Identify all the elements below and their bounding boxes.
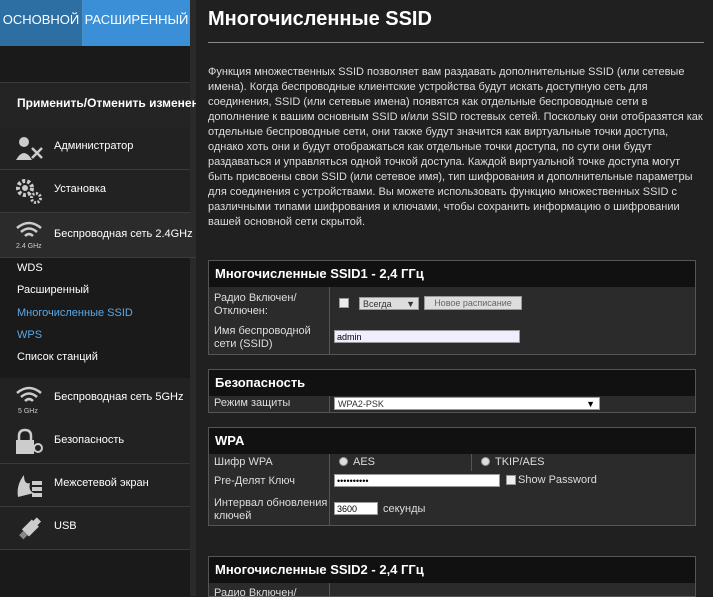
lock-icon: [16, 428, 43, 454]
section-ssid1-header: Многочисленные SSID1 - 2,4 ГГц: [208, 260, 696, 288]
usb-icon: [19, 517, 42, 540]
wifi-icon: 5 GHz: [16, 386, 42, 415]
sidebar-item-security[interactable]: Безопасность: [0, 421, 190, 464]
security-mode-label: Режим защиты: [214, 397, 291, 409]
sidebar-item-label: USB: [54, 520, 77, 532]
apply-label: Применить/Отменить изменения: [17, 96, 214, 110]
cell-divider: [471, 454, 472, 471]
apply-cancel-button[interactable]: Применить/Отменить изменения: [0, 82, 213, 128]
sidebar-item-label: Беспроводная сеть 2.4GHz: [54, 228, 193, 240]
key-label: Pre-Делят Ключ: [214, 475, 296, 487]
sidebar-item-label: Беспроводная сеть 5GHz: [54, 391, 184, 403]
wifi-icon: 2.4 GHz: [16, 221, 42, 250]
schedule-select[interactable]: Всегда ▼: [359, 297, 419, 310]
sidebar-item-admin[interactable]: Администратор: [0, 127, 190, 170]
row-wpa-key: Pre-Делят Ключ •••••••••• Show Password: [208, 471, 696, 494]
title-divider: [208, 42, 704, 43]
wifi-badge: 2.4 GHz: [16, 243, 42, 250]
wifi-badge: 5 GHz: [18, 408, 38, 415]
ssid-label: Имя беспроводной сети (SSID): [214, 325, 311, 350]
sidebar-item-usb[interactable]: USB: [0, 507, 190, 550]
show-password-checkbox[interactable]: [506, 475, 516, 485]
sidebar-item-setup[interactable]: Установка: [0, 170, 190, 213]
tab-advanced[interactable]: РАСШИРЕННЫЙ: [83, 0, 190, 46]
schedule-value: Всегда: [363, 299, 392, 309]
chevron-down-icon: ▼: [406, 299, 415, 309]
sidebar-item-wireless-5[interactable]: 5 GHz Беспроводная сеть 5GHz: [0, 378, 190, 423]
tab-basic[interactable]: ОСНОВНОЙ: [0, 0, 83, 46]
sidebar-item-label: Администратор: [54, 140, 134, 152]
sidebar-item-label: Межсетевой экран: [54, 477, 149, 489]
firewall-icon: [17, 475, 42, 497]
submenu-item-multi-ssid[interactable]: Многочисленные SSID: [17, 307, 133, 319]
sidebar-item-firewall[interactable]: Межсетевой экран: [0, 464, 190, 507]
security-mode-value: WPA2-PSK: [338, 399, 384, 409]
new-schedule-button[interactable]: Новое расписание: [424, 296, 522, 310]
aes-radio[interactable]: [339, 457, 348, 466]
section-title: Многочисленные SSID1 - 2,4 ГГц: [215, 266, 424, 281]
row-wpa-cipher: Шифр WPA AES TKIP/AES: [208, 454, 696, 472]
cipher-label: Шифр WPA: [214, 456, 273, 468]
psk-input[interactable]: ••••••••••: [334, 474, 500, 487]
interval-label: Интервал обновления ключей: [214, 497, 328, 522]
tkip-radio[interactable]: [481, 457, 490, 466]
section-title: Многочисленные SSID2 - 2,4 ГГц: [215, 562, 424, 577]
radio-enable-checkbox[interactable]: [339, 298, 349, 308]
page-description: Функция множественных SSID позволяет вам…: [208, 66, 703, 228]
show-password-label: Show Password: [518, 474, 597, 486]
aes-label: AES: [353, 456, 376, 468]
row-ssid-name: Имя беспроводной сети (SSID) admin: [208, 321, 696, 355]
section-security-header: Безопасность: [208, 369, 696, 397]
sidebar-item-label: Установка: [54, 183, 106, 195]
submenu-item-station-list[interactable]: Список станций: [17, 351, 98, 363]
seconds-label: секунды: [383, 503, 426, 515]
tkip-label: TKIP/AES: [495, 456, 545, 468]
section-wpa-header: WPA: [208, 427, 696, 455]
row-radio-2: Радио Включен/: [208, 583, 696, 597]
row-security-mode: Режим защиты WPA2-PSK ▼: [208, 396, 696, 413]
radio-label: Радио Включен/ Отключен:: [214, 292, 297, 317]
submenu-item-wds[interactable]: WDS: [17, 262, 43, 274]
page-title: Многочисленные SSID: [208, 8, 432, 30]
main-content: Многочисленные SSID Функция множественны…: [196, 0, 713, 597]
ssid-input[interactable]: admin: [334, 330, 520, 343]
section-title: Безопасность: [215, 375, 306, 390]
chevron-down-icon: ▼: [586, 399, 595, 409]
submenu-item-wps[interactable]: WPS: [17, 329, 42, 341]
section-title: WPA: [215, 433, 245, 448]
top-tabs: ОСНОВНОЙ РАСШИРЕННЫЙ: [0, 0, 190, 46]
row-radio: Радио Включен/ Отключен: Всегда ▼ Новое …: [208, 287, 696, 322]
submenu: WDS Расширенный Многочисленные SSID WPS …: [0, 258, 190, 378]
row-key-interval: Интервал обновления ключей 3600 секунды: [208, 493, 696, 526]
sidebar-item-wireless-24[interactable]: 2.4 GHz Беспроводная сеть 2.4GHz: [0, 213, 196, 258]
sidebar: ОСНОВНОЙ РАСШИРЕННЫЙ Применить/Отменить …: [0, 0, 213, 596]
section-ssid2-header: Многочисленные SSID2 - 2,4 ГГц: [208, 556, 696, 584]
sidebar-item-label: Безопасность: [54, 434, 125, 446]
gear-icon: [16, 179, 42, 204]
interval-input[interactable]: 3600: [334, 502, 378, 515]
security-mode-select[interactable]: WPA2-PSK ▼: [334, 397, 600, 410]
submenu-item-advanced[interactable]: Расширенный: [17, 284, 89, 296]
admin-icon: [16, 137, 43, 160]
